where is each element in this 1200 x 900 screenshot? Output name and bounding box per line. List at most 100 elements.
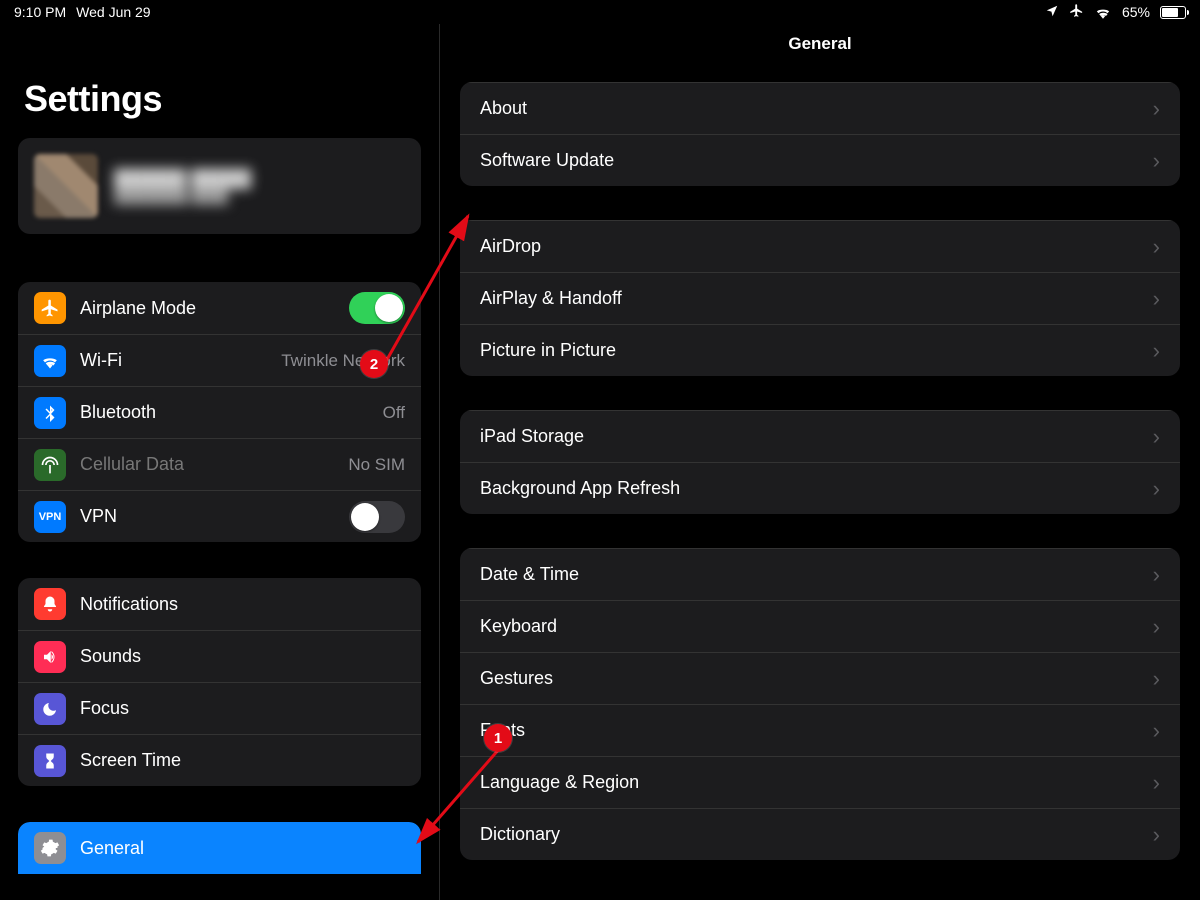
row-airplay[interactable]: AirPlay & Handoff › bbox=[460, 272, 1180, 324]
sidebar-item-label: Wi-Fi bbox=[80, 350, 267, 371]
sidebar-item-airplane[interactable]: Airplane Mode bbox=[18, 282, 421, 334]
row-label: Picture in Picture bbox=[480, 340, 1145, 361]
sidebar: Settings ██████ █████ ████████ ████ Airp… bbox=[0, 24, 440, 900]
content-title: General bbox=[440, 24, 1200, 82]
battery-icon bbox=[1160, 6, 1186, 19]
status-bar: 9:10 PM Wed Jun 29 65% bbox=[0, 0, 1200, 24]
content-pane: General About › Software Update › AirDro… bbox=[440, 24, 1200, 900]
airplane-icon bbox=[1069, 3, 1084, 21]
vpn-toggle[interactable] bbox=[349, 501, 405, 533]
focus-icon bbox=[34, 693, 66, 725]
sidebar-item-label: Notifications bbox=[80, 594, 405, 615]
sidebar-item-cellular[interactable]: Cellular Data No SIM bbox=[18, 438, 421, 490]
bluetooth-status: Off bbox=[383, 403, 405, 423]
sidebar-group-alerts: Notifications Sounds Focus Screen Time bbox=[18, 578, 421, 786]
row-label: About bbox=[480, 98, 1145, 119]
battery-percent: 65% bbox=[1122, 4, 1150, 20]
general-group-3: iPad Storage › Background App Refresh › bbox=[460, 410, 1180, 514]
row-label: Fonts bbox=[480, 720, 1145, 741]
row-dictionary[interactable]: Dictionary › bbox=[460, 808, 1180, 860]
general-group-2: AirDrop › AirPlay & Handoff › Picture in… bbox=[460, 220, 1180, 376]
row-lang-region[interactable]: Language & Region › bbox=[460, 756, 1180, 808]
row-label: Background App Refresh bbox=[480, 478, 1145, 499]
annotation-dot-label: 2 bbox=[370, 356, 378, 373]
row-airdrop[interactable]: AirDrop › bbox=[460, 220, 1180, 272]
chevron-right-icon: › bbox=[1153, 426, 1160, 448]
avatar bbox=[34, 154, 98, 218]
chevron-right-icon: › bbox=[1153, 668, 1160, 690]
chevron-right-icon: › bbox=[1153, 720, 1160, 742]
annotation-dot-1: 1 bbox=[484, 724, 512, 752]
account-card[interactable]: ██████ █████ ████████ ████ bbox=[18, 138, 421, 234]
chevron-right-icon: › bbox=[1153, 772, 1160, 794]
chevron-right-icon: › bbox=[1153, 616, 1160, 638]
row-label: iPad Storage bbox=[480, 426, 1145, 447]
status-date: Wed Jun 29 bbox=[76, 4, 150, 20]
sidebar-item-label: Sounds bbox=[80, 646, 405, 667]
sidebar-item-vpn[interactable]: VPN VPN bbox=[18, 490, 421, 542]
row-label: Language & Region bbox=[480, 772, 1145, 793]
row-label: Gestures bbox=[480, 668, 1145, 689]
sidebar-group-general: General bbox=[18, 822, 421, 874]
bluetooth-icon bbox=[34, 397, 66, 429]
cellular-status: No SIM bbox=[348, 455, 405, 475]
chevron-right-icon: › bbox=[1153, 824, 1160, 846]
row-bg-app-refresh[interactable]: Background App Refresh › bbox=[460, 462, 1180, 514]
vpn-icon: VPN bbox=[34, 501, 66, 533]
sidebar-item-label: VPN bbox=[80, 506, 335, 527]
account-name: ██████ █████ bbox=[114, 169, 251, 189]
chevron-right-icon: › bbox=[1153, 98, 1160, 120]
chevron-right-icon: › bbox=[1153, 288, 1160, 310]
sidebar-item-label: Cellular Data bbox=[80, 454, 334, 475]
row-label: AirPlay & Handoff bbox=[480, 288, 1145, 309]
row-gestures[interactable]: Gestures › bbox=[460, 652, 1180, 704]
sidebar-item-label: Screen Time bbox=[80, 750, 405, 771]
sidebar-item-sounds[interactable]: Sounds bbox=[18, 630, 421, 682]
row-keyboard[interactable]: Keyboard › bbox=[460, 600, 1180, 652]
row-datetime[interactable]: Date & Time › bbox=[460, 548, 1180, 600]
row-label: AirDrop bbox=[480, 236, 1145, 257]
sidebar-item-screentime[interactable]: Screen Time bbox=[18, 734, 421, 786]
row-label: Keyboard bbox=[480, 616, 1145, 637]
annotation-dot-label: 1 bbox=[494, 730, 502, 747]
row-fonts[interactable]: Fonts › bbox=[460, 704, 1180, 756]
sidebar-item-notifications[interactable]: Notifications bbox=[18, 578, 421, 630]
sidebar-group-connectivity: Airplane Mode Wi-Fi Twinkle Network Blue… bbox=[18, 282, 421, 542]
chevron-right-icon: › bbox=[1153, 564, 1160, 586]
wifi-icon bbox=[1094, 5, 1112, 22]
airplane-mode-icon bbox=[34, 292, 66, 324]
cellular-icon bbox=[34, 449, 66, 481]
screentime-icon bbox=[34, 745, 66, 777]
status-time: 9:10 PM bbox=[14, 4, 66, 20]
row-software-update[interactable]: Software Update › bbox=[460, 134, 1180, 186]
general-group-1: About › Software Update › bbox=[460, 82, 1180, 186]
location-icon bbox=[1045, 4, 1059, 21]
chevron-right-icon: › bbox=[1153, 340, 1160, 362]
wifi-settings-icon bbox=[34, 345, 66, 377]
gear-icon bbox=[34, 832, 66, 864]
account-sub: ████████ ████ bbox=[114, 189, 251, 204]
account-name-block: ██████ █████ ████████ ████ bbox=[114, 169, 251, 204]
page-title: Settings bbox=[24, 78, 421, 120]
row-about[interactable]: About › bbox=[460, 82, 1180, 134]
chevron-right-icon: › bbox=[1153, 478, 1160, 500]
airplane-toggle[interactable] bbox=[349, 292, 405, 324]
sidebar-item-label: Airplane Mode bbox=[80, 298, 335, 319]
row-storage[interactable]: iPad Storage › bbox=[460, 410, 1180, 462]
general-group-4: Date & Time › Keyboard › Gestures › Font… bbox=[460, 548, 1180, 860]
sidebar-item-label: General bbox=[80, 838, 405, 859]
row-label: Software Update bbox=[480, 150, 1145, 171]
chevron-right-icon: › bbox=[1153, 150, 1160, 172]
annotation-dot-2: 2 bbox=[360, 350, 388, 378]
sidebar-item-general[interactable]: General bbox=[18, 822, 421, 874]
sidebar-item-bluetooth[interactable]: Bluetooth Off bbox=[18, 386, 421, 438]
sounds-icon bbox=[34, 641, 66, 673]
row-label: Date & Time bbox=[480, 564, 1145, 585]
sidebar-item-label: Focus bbox=[80, 698, 405, 719]
sidebar-item-label: Bluetooth bbox=[80, 402, 369, 423]
row-label: Dictionary bbox=[480, 824, 1145, 845]
sidebar-item-focus[interactable]: Focus bbox=[18, 682, 421, 734]
row-pip[interactable]: Picture in Picture › bbox=[460, 324, 1180, 376]
notifications-icon bbox=[34, 588, 66, 620]
chevron-right-icon: › bbox=[1153, 236, 1160, 258]
